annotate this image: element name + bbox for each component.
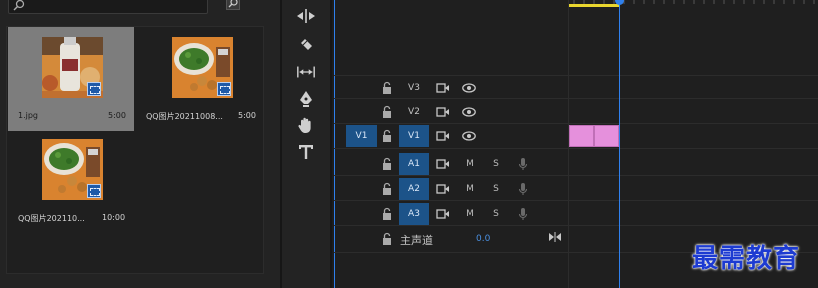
watermark-text: 最需教育 — [692, 244, 801, 274]
microphone-icon[interactable] — [516, 157, 530, 171]
slip-icon[interactable] — [296, 62, 316, 82]
sync-lock-icon[interactable] — [436, 105, 450, 119]
search-input[interactable] — [8, 0, 208, 14]
sequence-badge — [87, 184, 101, 198]
eye-icon[interactable] — [462, 81, 476, 95]
ripple-edit-icon[interactable] — [296, 6, 316, 26]
eye-icon[interactable] — [462, 129, 476, 143]
track-row-v3: V3 — [334, 75, 818, 99]
project-panel: 1.jpg 5:00 QQ图片20211008... 5:00 QQ图片2021… — [0, 0, 280, 288]
sync-lock-icon[interactable] — [436, 81, 450, 95]
mute-button[interactable]: M — [464, 182, 476, 196]
media-grid: 1.jpg 5:00 QQ图片20211008... 5:00 QQ图片2021… — [6, 26, 264, 274]
track-header: A2 M S — [334, 177, 568, 201]
media-thumbnail — [42, 37, 103, 98]
timeline-toolbar-icons[interactable] — [354, 0, 474, 4]
media-item[interactable]: 1.jpg 5:00 — [8, 27, 134, 131]
lock-icon[interactable] — [382, 81, 392, 95]
track-row-v1: V1 V1 — [334, 124, 818, 149]
track-target-a3[interactable]: A3 — [399, 203, 429, 225]
source-patch-v1[interactable]: V1 — [346, 125, 377, 147]
media-name: QQ图片20211008... — [146, 112, 223, 121]
track-target-v1[interactable]: V1 — [399, 125, 429, 147]
master-volume-value[interactable]: 0.0 — [476, 234, 490, 244]
sync-lock-icon[interactable] — [436, 207, 450, 221]
tools-panel — [280, 0, 332, 288]
media-duration: 5:00 — [108, 111, 126, 120]
playhead[interactable] — [619, 0, 620, 288]
mute-button[interactable]: M — [464, 157, 476, 171]
track-target-v3[interactable]: V3 — [399, 77, 429, 99]
media-item[interactable]: QQ图片20211008... 5:00 — [138, 27, 264, 131]
clip-type-badge — [217, 82, 231, 96]
track-target-a1[interactable]: A1 — [399, 153, 429, 175]
find-icon[interactable] — [226, 0, 240, 10]
solo-button[interactable]: S — [490, 182, 502, 196]
master-track-label: 主声道 — [400, 234, 433, 247]
sync-lock-icon[interactable] — [436, 157, 450, 171]
solo-button[interactable]: S — [490, 207, 502, 221]
mute-button[interactable]: M — [464, 207, 476, 221]
media-duration: 10:00 — [102, 213, 126, 222]
media-name: 1.jpg — [18, 111, 39, 120]
clip-type-badge — [87, 82, 101, 96]
hand-icon[interactable] — [296, 115, 316, 135]
track-row-a3: A3 M S — [334, 202, 818, 226]
track-header: 主声道 0.0 — [334, 227, 568, 251]
lock-icon[interactable] — [382, 232, 392, 246]
track-header: A1 M S — [334, 152, 568, 176]
media-name: QQ图片202110... — [18, 214, 85, 223]
lock-icon[interactable] — [382, 157, 392, 171]
microphone-icon[interactable] — [516, 182, 530, 196]
lock-icon[interactable] — [382, 182, 392, 196]
eye-icon[interactable] — [462, 105, 476, 119]
type-icon[interactable] — [296, 142, 316, 162]
track-row-a1: A1 M S — [334, 152, 818, 176]
pen-icon[interactable] — [296, 89, 316, 109]
track-header: V1 V1 — [334, 124, 568, 148]
razor-icon[interactable] — [296, 34, 316, 54]
sync-lock-icon[interactable] — [436, 182, 450, 196]
timeline-clip[interactable] — [594, 125, 619, 147]
timeline-clip[interactable] — [569, 125, 594, 147]
track-row-v2: V2 — [334, 100, 818, 124]
media-duration: 5:00 — [238, 111, 256, 120]
track-header: V2 — [334, 100, 568, 124]
media-thumbnail — [172, 37, 233, 98]
lock-icon[interactable] — [382, 105, 392, 119]
media-item[interactable]: QQ图片202110... 10:00 — [8, 131, 134, 235]
track-target-a2[interactable]: A2 — [399, 178, 429, 200]
solo-button[interactable]: S — [490, 157, 502, 171]
lock-icon[interactable] — [382, 207, 392, 221]
search-icon — [13, 0, 25, 11]
track-row-a2: A2 M S — [334, 177, 818, 201]
track-target-v2[interactable]: V2 — [399, 101, 429, 123]
work-area-bar[interactable] — [569, 4, 619, 7]
lock-icon[interactable] — [382, 129, 392, 143]
track-header: V3 — [334, 76, 568, 100]
sync-lock-icon[interactable] — [436, 129, 450, 143]
microphone-icon[interactable] — [516, 207, 530, 221]
track-header: A3 M S — [334, 202, 568, 226]
go-to-edit-icon[interactable] — [548, 230, 562, 244]
media-thumbnail — [42, 139, 103, 200]
